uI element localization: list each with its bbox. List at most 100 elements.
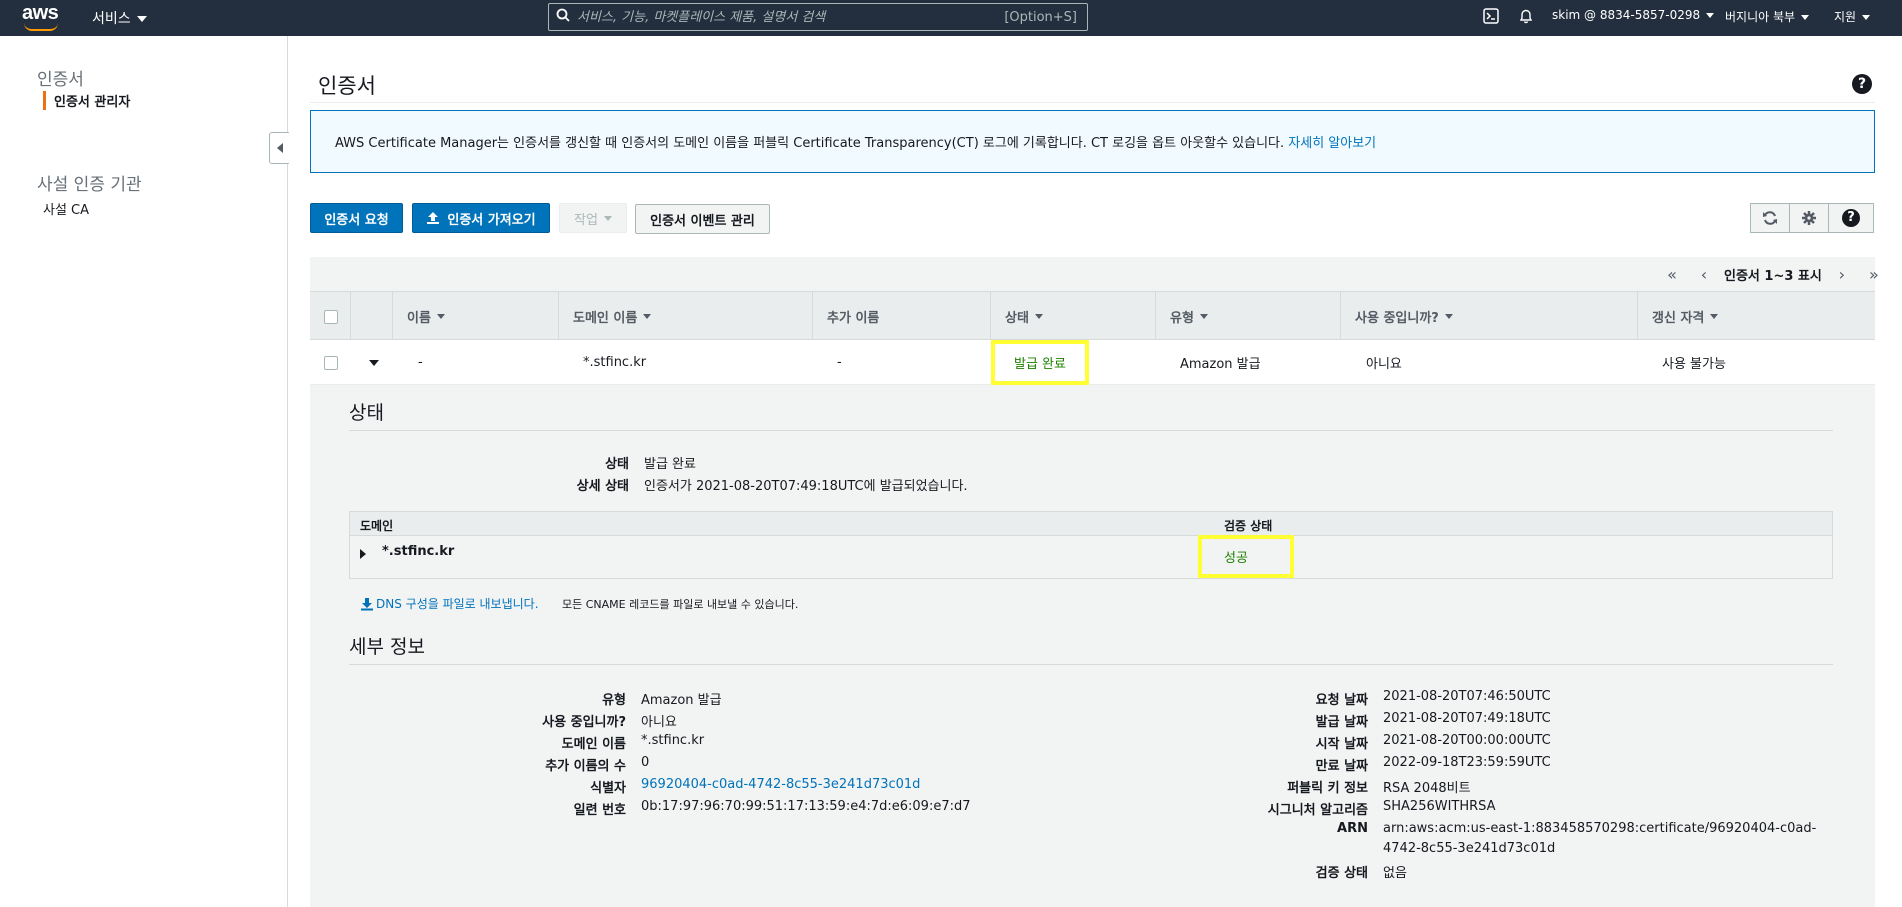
- first-page-icon[interactable]: «: [1656, 265, 1688, 284]
- detail-label-serial: 일련 번호: [573, 803, 626, 818]
- top-navigation: aws 서비스 [Option+S] skim @ 8834-5857-0298…: [0, 0, 1902, 36]
- gear-icon: [1801, 210, 1817, 226]
- identifier-link[interactable]: 96920404-c0ad-4742-8c55-3e241d73c01d: [641, 777, 920, 792]
- sidebar-item-private-ca[interactable]: 사설 CA: [43, 199, 89, 218]
- cloudshell-icon[interactable]: [1483, 8, 1499, 27]
- detail-status-label: 상세 상태: [576, 479, 629, 494]
- collapse-sidebar-button[interactable]: [269, 132, 289, 164]
- support-label: 지원: [1834, 10, 1857, 24]
- detail-label-in-use: 사용 중입니까?: [542, 715, 626, 730]
- search-bar[interactable]: [Option+S]: [548, 3, 1088, 31]
- sort-icon: [436, 314, 445, 319]
- detail-value-identifier: 96920404-c0ad-4742-8c55-3e241d73c01d: [641, 777, 920, 792]
- chevron-down-icon: [1862, 15, 1871, 20]
- detail-label-domain: 도메인 이름: [561, 737, 626, 752]
- account-menu[interactable]: skim @ 8834-5857-0298: [1552, 8, 1715, 22]
- manage-events-button[interactable]: 인증서 이벤트 관리: [635, 204, 770, 234]
- detail-label-request-date: 요청 날짜: [1315, 693, 1368, 708]
- export-dns-label: DNS 구성을 파일로 내보냅니다.: [376, 597, 539, 611]
- pagination-label: 인증서 1~3 표시: [1724, 269, 1822, 284]
- upload-icon: [426, 211, 440, 225]
- export-dns-link[interactable]: DNS 구성을 파일로 내보냅니다.: [360, 595, 539, 612]
- column-additional-names[interactable]: 추가 이름: [812, 292, 990, 341]
- cell-status: 발급 완료: [991, 340, 1089, 385]
- select-all-checkbox[interactable]: [310, 292, 350, 341]
- refresh-button[interactable]: [1750, 203, 1790, 233]
- actions-dropdown[interactable]: 작업: [559, 203, 627, 233]
- sort-icon: [1444, 314, 1453, 319]
- manage-events-label: 인증서 이벤트 관리: [650, 213, 755, 229]
- expand-row-icon[interactable]: [369, 340, 379, 385]
- next-page-icon[interactable]: ›: [1826, 265, 1858, 284]
- column-in-use[interactable]: 사용 중입니까?: [1340, 292, 1637, 341]
- sort-icon: [1199, 314, 1208, 319]
- detail-value-domain: *.stfinc.kr: [641, 733, 705, 748]
- detail-label-type: 유형: [602, 693, 626, 708]
- table-row[interactable]: - *.stfinc.kr - 발급 완료 Amazon 발급 아니요 사용 불…: [310, 340, 1875, 385]
- detail-value-request-date: 2021-08-20T07:46:50UTC: [1383, 689, 1551, 704]
- detail-value-expiry-date: 2022-09-18T23:59:59UTC: [1383, 755, 1551, 770]
- detail-label-additional-count: 추가 이름의 수: [545, 759, 626, 774]
- bell-icon[interactable]: [1518, 8, 1534, 27]
- status-section-title: 상태: [349, 402, 384, 424]
- column-renewal[interactable]: 갱신 자격: [1637, 292, 1875, 341]
- cell-type: Amazon 발급: [1180, 357, 1261, 372]
- detail-label-arn: ARN: [1337, 821, 1368, 836]
- domain-table-header: 도메인 검증 상태: [350, 512, 1832, 536]
- detail-label-public-key: 퍼블릭 키 정보: [1287, 781, 1368, 796]
- detail-label-start-date: 시작 날짜: [1315, 737, 1368, 752]
- detail-value-type: Amazon 발급: [641, 693, 722, 708]
- help-icon[interactable]: ?: [1852, 74, 1872, 94]
- detail-value-start-date: 2021-08-20T00:00:00UTC: [1383, 733, 1551, 748]
- divider: [349, 664, 1833, 665]
- import-certificate-button[interactable]: 인증서 가져오기: [412, 203, 550, 233]
- expand-domain-icon[interactable]: [360, 547, 366, 563]
- validation-column-header: 검증 상태: [1224, 519, 1273, 533]
- sort-icon: [1710, 314, 1719, 319]
- expand-column: [350, 292, 392, 341]
- detail-label-issue-date: 발급 날짜: [1315, 715, 1368, 730]
- chevron-left-icon: [276, 143, 283, 153]
- sidebar-item-certificate-manager[interactable]: 인증서 관리자: [43, 91, 130, 110]
- detail-label-validation-status: 검증 상태: [1315, 866, 1368, 881]
- column-domain[interactable]: 도메인 이름: [558, 292, 812, 341]
- import-certificate-label: 인증서 가져오기: [447, 212, 536, 228]
- detail-status-value: 인증서가 2021-08-20T07:49:18UTC에 발급되었습니다.: [644, 479, 968, 494]
- region-label: 버지니아 북부: [1725, 10, 1796, 24]
- support-menu[interactable]: 지원: [1834, 8, 1871, 25]
- detail-value-additional-count: 0: [641, 755, 650, 770]
- cell-domain: *.stfinc.kr: [583, 355, 647, 370]
- settings-button[interactable]: [1789, 203, 1829, 233]
- table-header: 이름 도메인 이름 추가 이름 상태 유형 사용 중입니까? 갱신 자격: [310, 291, 1875, 341]
- column-type[interactable]: 유형: [1155, 292, 1340, 341]
- cell-renewal: 사용 불가능: [1662, 357, 1726, 372]
- detail-value-arn: arn:aws:acm:us-east-1:883458570298:certi…: [1383, 821, 1817, 836]
- services-label: 서비스: [92, 11, 131, 27]
- pagination: « ‹ 인증서 1~3 표시 › »: [1656, 265, 1890, 284]
- help-icon: ?: [1842, 209, 1860, 227]
- services-menu[interactable]: 서비스: [92, 8, 147, 28]
- column-name[interactable]: 이름: [392, 292, 558, 341]
- status-value: 발급 완료: [644, 457, 696, 472]
- aws-logo[interactable]: aws: [22, 3, 62, 31]
- detail-value-in-use: 아니요: [641, 715, 677, 730]
- column-status[interactable]: 상태: [990, 292, 1155, 341]
- help-button[interactable]: ?: [1828, 203, 1874, 233]
- prev-page-icon[interactable]: ‹: [1688, 265, 1720, 284]
- domain-value: *.stfinc.kr: [382, 544, 455, 559]
- search-icon: [549, 8, 577, 26]
- region-menu[interactable]: 버지니아 북부: [1725, 8, 1810, 25]
- sort-icon: [1034, 314, 1043, 319]
- export-note: 모든 CNAME 레코드를 파일로 내보낼 수 있습니다.: [562, 598, 799, 611]
- info-alert: AWS Certificate Manager는 인증서를 갱신할 때 인증서의…: [310, 110, 1875, 173]
- search-shortcut: [Option+S]: [1004, 9, 1077, 25]
- learn-more-link[interactable]: 자세히 알아보기: [1288, 136, 1376, 151]
- detail-label-identifier: 식별자: [590, 781, 626, 796]
- detail-label-signature-algorithm: 시그니처 알고리즘: [1267, 803, 1368, 818]
- search-input[interactable]: [577, 9, 1005, 25]
- request-certificate-button[interactable]: 인증서 요청: [310, 203, 403, 233]
- cell-in-use: 아니요: [1366, 357, 1402, 372]
- refresh-icon: [1762, 210, 1778, 226]
- row-checkbox[interactable]: [324, 340, 338, 385]
- last-page-icon[interactable]: »: [1858, 265, 1890, 284]
